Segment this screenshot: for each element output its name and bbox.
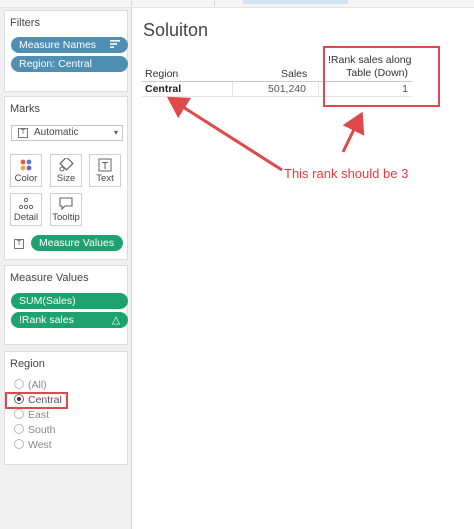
arrow-to-region-cell <box>166 96 283 172</box>
tableau-workspace: Filters Measure Names Region: Central Ma… <box>0 0 474 529</box>
annotation-text: This rank should be 3 <box>284 166 409 181</box>
annotation-arrows <box>166 96 365 172</box>
arrow-to-rank-column <box>341 111 365 153</box>
